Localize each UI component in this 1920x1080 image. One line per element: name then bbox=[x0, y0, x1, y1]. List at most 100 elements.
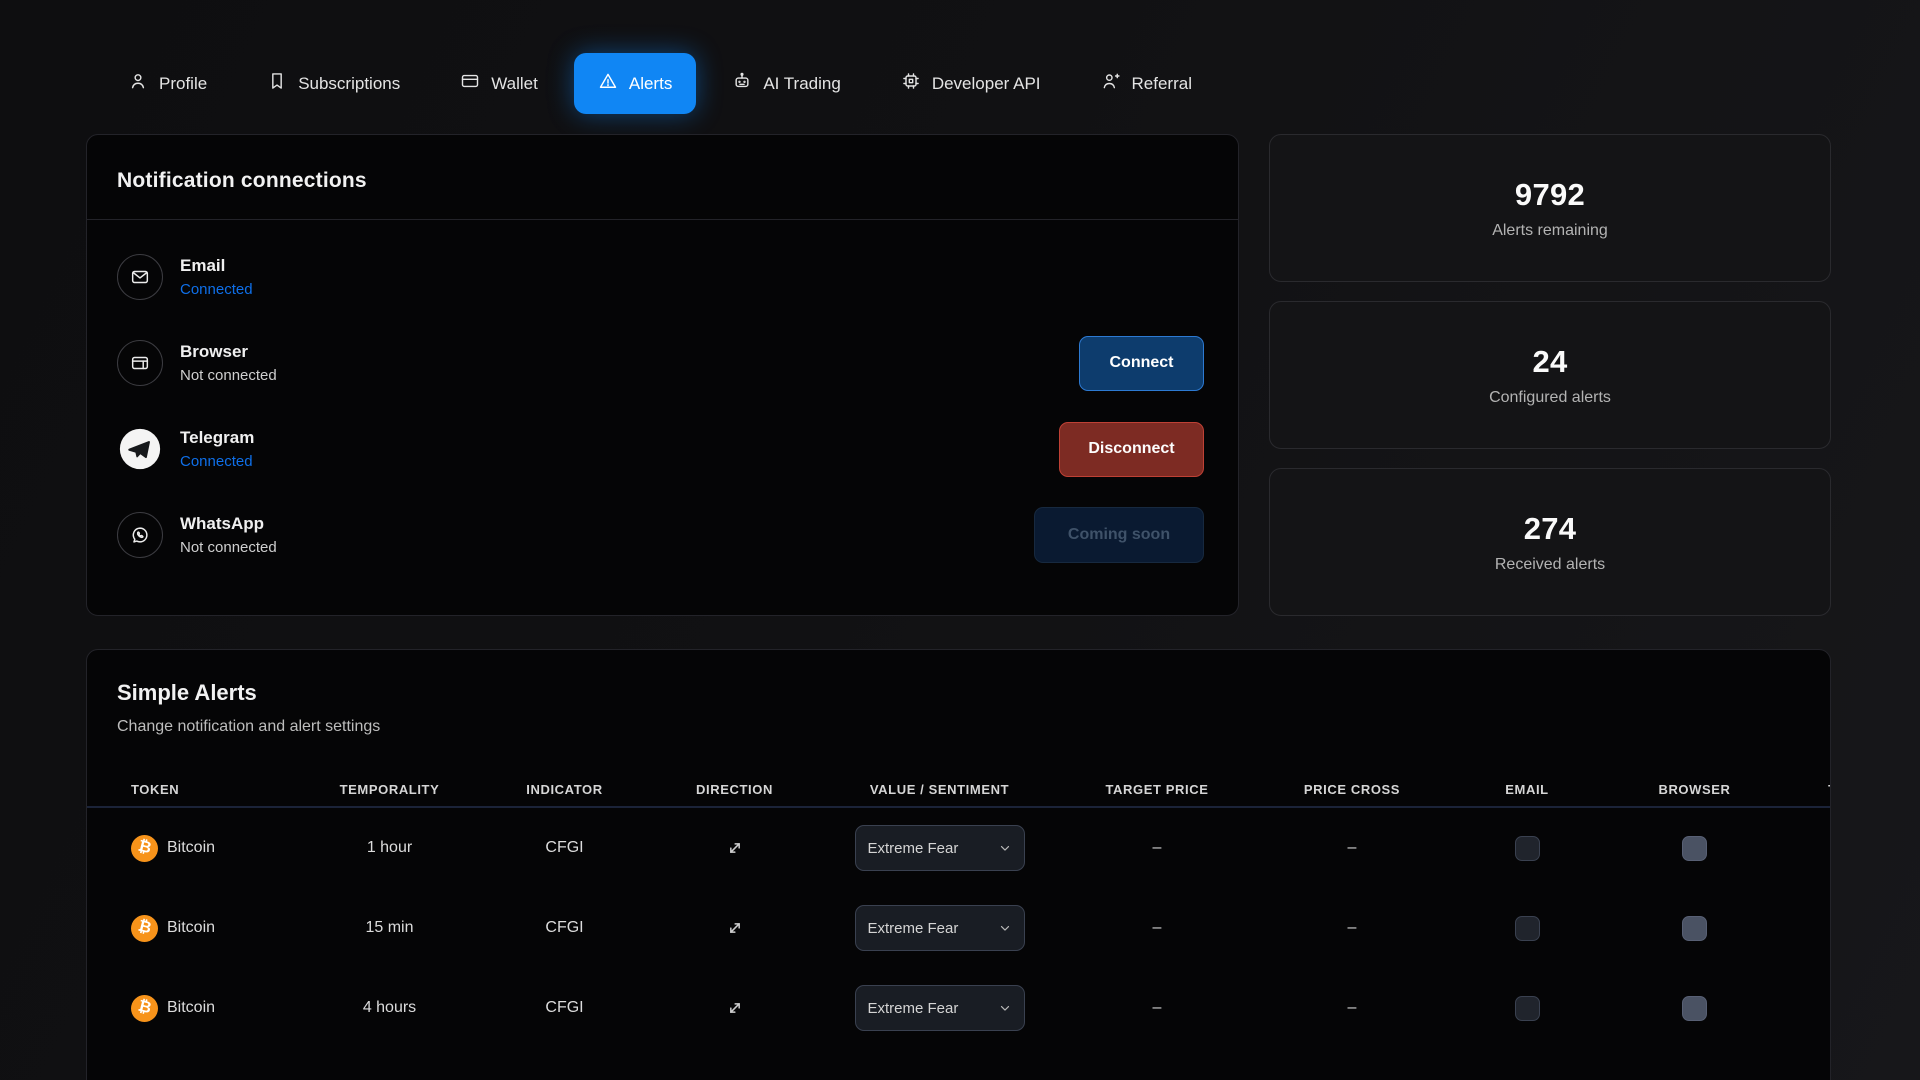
connection-name: Email bbox=[180, 256, 253, 276]
email-checkbox[interactable] bbox=[1515, 996, 1540, 1021]
indicator-value: CFGI bbox=[477, 839, 652, 857]
email-checkbox[interactable] bbox=[1515, 836, 1540, 861]
stat-received-alerts: 274 Received alerts bbox=[1269, 468, 1831, 616]
target-price-value: – bbox=[1062, 999, 1252, 1017]
notification-connections-panel: Notification connections Email Connected… bbox=[86, 134, 1239, 616]
tab-profile[interactable]: Profile bbox=[104, 53, 231, 114]
stats-column: 9792 Alerts remaining 24 Configured aler… bbox=[1269, 134, 1831, 616]
person-plus-icon bbox=[1101, 71, 1121, 96]
stat-configured-alerts: 24 Configured alerts bbox=[1269, 301, 1831, 449]
connection-status: Not connected bbox=[180, 367, 277, 384]
table-row: ₿ Bitcoin 15 min CFGI Extreme Fear – – bbox=[87, 888, 1831, 968]
browser-checkbox[interactable] bbox=[1682, 916, 1707, 941]
connect-button[interactable]: Connect bbox=[1079, 336, 1204, 391]
table-row: ₿ Bitcoin 4 hours CFGI Extreme Fear – – bbox=[87, 968, 1831, 1048]
tab-developer-api[interactable]: Developer API bbox=[877, 53, 1065, 114]
column-header-target-price: TARGET PRICE bbox=[1062, 782, 1252, 797]
tab-label: AI Trading bbox=[763, 74, 841, 94]
sentiment-select[interactable]: Extreme Fear bbox=[855, 905, 1025, 951]
price-cross-value: – bbox=[1252, 839, 1452, 857]
chevron-down-icon bbox=[998, 841, 1012, 855]
stat-label: Configured alerts bbox=[1489, 389, 1611, 407]
token-name: Bitcoin bbox=[167, 999, 215, 1017]
bitcoin-icon: ₿ bbox=[131, 995, 158, 1022]
chip-icon bbox=[901, 71, 921, 96]
sentiment-selected-value: Extreme Fear bbox=[868, 840, 994, 857]
stat-label: Received alerts bbox=[1495, 556, 1605, 574]
browser-checkbox[interactable] bbox=[1682, 996, 1707, 1021]
sentiment-selected-value: Extreme Fear bbox=[868, 920, 994, 937]
indicator-value: CFGI bbox=[477, 919, 652, 937]
tab-label: Subscriptions bbox=[298, 74, 400, 94]
tab-ai-trading[interactable]: AI Trading bbox=[708, 53, 865, 114]
alerts-table: TOKEN TEMPORALITY INDICATOR DIRECTION VA… bbox=[87, 772, 1831, 1048]
whatsapp-icon bbox=[117, 512, 163, 558]
connection-status: Connected bbox=[180, 453, 254, 470]
connection-name: WhatsApp bbox=[180, 514, 277, 534]
token-name: Bitcoin bbox=[167, 839, 215, 857]
person-icon bbox=[128, 71, 148, 96]
table-header-row: TOKEN TEMPORALITY INDICATOR DIRECTION VA… bbox=[87, 772, 1831, 806]
connection-row-email: Email Connected bbox=[117, 234, 1208, 320]
bitcoin-icon: ₿ bbox=[131, 915, 158, 942]
target-price-value: – bbox=[1062, 839, 1252, 857]
tab-label: Alerts bbox=[629, 74, 672, 94]
bitcoin-icon: ₿ bbox=[131, 835, 158, 862]
column-header-telegram: TELEGRAM bbox=[1787, 782, 1831, 797]
chevron-down-icon bbox=[998, 1001, 1012, 1015]
indicator-value: CFGI bbox=[477, 999, 652, 1017]
robot-icon bbox=[732, 71, 752, 96]
column-header-token: TOKEN bbox=[117, 782, 302, 797]
tab-wallet[interactable]: Wallet bbox=[436, 53, 562, 114]
disconnect-button[interactable]: Disconnect bbox=[1059, 422, 1204, 477]
temporality-value: 15 min bbox=[302, 919, 477, 937]
panel-title: Notification connections bbox=[117, 169, 1208, 193]
tab-referral[interactable]: Referral bbox=[1077, 53, 1216, 114]
tab-label: Developer API bbox=[932, 74, 1041, 94]
connection-row-telegram: Telegram Connected Disconnect bbox=[117, 406, 1208, 492]
sentiment-selected-value: Extreme Fear bbox=[868, 1000, 994, 1017]
simple-alerts-panel: Simple Alerts Change notification and al… bbox=[86, 649, 1831, 1080]
column-header-indicator: INDICATOR bbox=[477, 782, 652, 797]
column-header-browser: BROWSER bbox=[1602, 782, 1787, 797]
tab-subscriptions[interactable]: Subscriptions bbox=[243, 53, 424, 114]
column-header-price-cross: PRICE CROSS bbox=[1252, 782, 1452, 797]
price-cross-value: – bbox=[1252, 919, 1452, 937]
email-icon bbox=[117, 254, 163, 300]
connection-row-whatsapp: WhatsApp Not connected Coming soon bbox=[117, 492, 1208, 578]
direction-both-icon bbox=[652, 838, 817, 858]
connection-status: Not connected bbox=[180, 539, 277, 556]
target-price-value: – bbox=[1062, 919, 1252, 937]
connection-name: Telegram bbox=[180, 428, 254, 448]
bookmark-icon bbox=[267, 71, 287, 96]
email-checkbox[interactable] bbox=[1515, 916, 1540, 941]
direction-both-icon bbox=[652, 918, 817, 938]
table-row: ₿ Bitcoin 1 hour CFGI Extreme Fear – – bbox=[87, 808, 1831, 888]
stat-value: 24 bbox=[1532, 344, 1567, 380]
tab-alerts[interactable]: Alerts bbox=[574, 53, 696, 114]
price-cross-value: – bbox=[1252, 999, 1452, 1017]
alerts-dashboard: Profile Subscriptions Wallet Alerts AI T… bbox=[0, 0, 1920, 1080]
column-header-temporality: TEMPORALITY bbox=[302, 782, 477, 797]
alert-triangle-icon bbox=[598, 71, 618, 96]
main-tabbar: Profile Subscriptions Wallet Alerts AI T… bbox=[104, 53, 1216, 114]
sentiment-select[interactable]: Extreme Fear bbox=[855, 985, 1025, 1031]
connection-row-browser: Browser Not connected Connect bbox=[117, 320, 1208, 406]
tab-label: Referral bbox=[1132, 74, 1192, 94]
column-header-email: EMAIL bbox=[1452, 782, 1602, 797]
browser-checkbox[interactable] bbox=[1682, 836, 1707, 861]
connection-status: Connected bbox=[180, 281, 253, 298]
sentiment-select[interactable]: Extreme Fear bbox=[855, 825, 1025, 871]
stat-value: 9792 bbox=[1515, 177, 1585, 213]
telegram-icon bbox=[117, 426, 163, 472]
stat-label: Alerts remaining bbox=[1492, 222, 1608, 240]
connection-name: Browser bbox=[180, 342, 277, 362]
wallet-card-icon bbox=[460, 71, 480, 96]
panel-subtitle: Change notification and alert settings bbox=[117, 718, 1800, 736]
tab-label: Wallet bbox=[491, 74, 538, 94]
coming-soon-button: Coming soon bbox=[1034, 507, 1204, 563]
direction-both-icon bbox=[652, 998, 817, 1018]
tab-label: Profile bbox=[159, 74, 207, 94]
column-header-value: VALUE / SENTIMENT bbox=[817, 782, 1062, 797]
token-name: Bitcoin bbox=[167, 919, 215, 937]
